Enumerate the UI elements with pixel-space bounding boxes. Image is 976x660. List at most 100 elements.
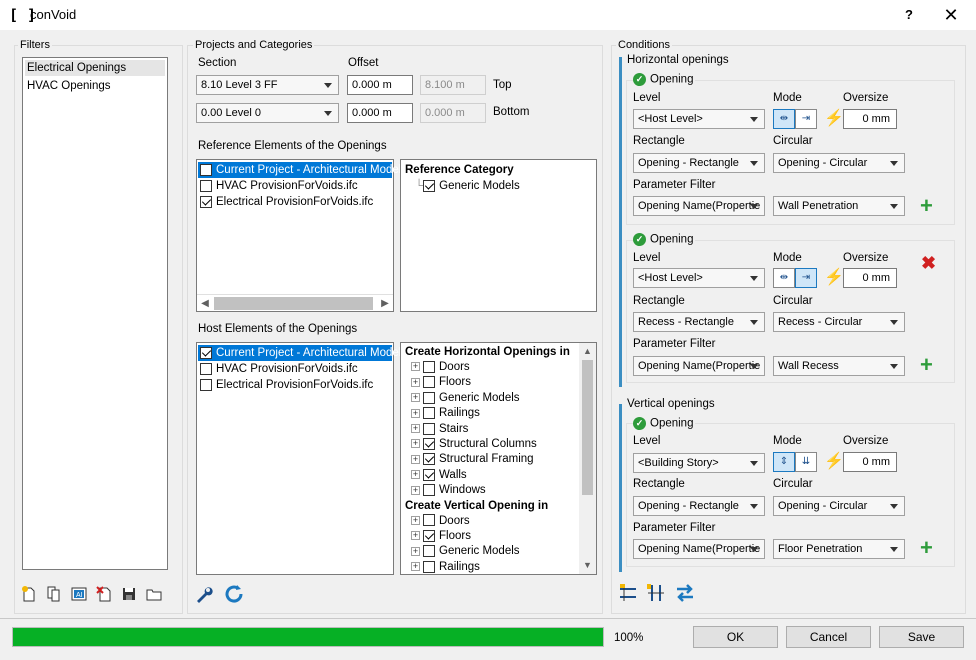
mode-rectangle-icon[interactable]: ⇹ [773,109,795,129]
host-category-item[interactable]: + Windows [403,483,581,498]
reference-file-item[interactable]: Current Project - Architectural Model [198,162,401,178]
reference-file-checkbox[interactable] [200,195,212,208]
rectangle-family-combo[interactable]: Opening - Rectangle [633,496,765,516]
host-category-checkbox[interactable] [423,437,435,450]
parameter-combo[interactable]: Opening Name(Propertie [633,196,765,216]
parameter-combo[interactable]: Opening Name(Propertie [633,539,765,559]
host-category-item[interactable]: + Structural Framing [403,452,581,467]
host-file-item[interactable]: Current Project - Architectural Model [198,345,401,361]
expand-icon[interactable]: + [411,485,420,495]
copy-filter-icon[interactable] [45,585,63,603]
host-category-tree[interactable]: Create Horizontal Openings in + Doors + Fl… [400,342,597,575]
oversize-input[interactable]: 0 mm [843,452,897,472]
filter-item[interactable]: Electrical Openings [25,60,165,76]
host-category-item[interactable]: + Floors [403,375,581,390]
level-combo[interactable]: <Building Story> [633,453,765,473]
expand-icon[interactable]: + [411,377,420,387]
reference-category-tree[interactable]: Reference Category └ Generic Models [400,159,597,312]
host-category-checkbox[interactable] [423,468,435,481]
parameter-value-combo[interactable]: Wall Recess [773,356,905,376]
host-category-checkbox[interactable] [423,484,435,497]
add-condition-icon[interactable]: + [920,537,933,559]
scroll-up-icon[interactable]: ▲ [579,343,596,360]
save-button[interactable]: Save [879,626,964,648]
mode-rectangle-icon[interactable]: ⇹ [773,268,795,288]
host-category-checkbox[interactable] [423,545,435,558]
cancel-button[interactable]: Cancel [786,626,871,648]
filters-list[interactable]: Electrical Openings HVAC Openings [22,57,168,570]
scroll-down-icon[interactable]: ▼ [579,557,596,574]
lightning-icon[interactable]: ⚡ [824,108,844,128]
scroll-left-icon[interactable]: ◀ [197,295,213,312]
reference-file-item[interactable]: Electrical ProvisionForVoids.ifc [198,194,392,210]
rectangle-family-combo[interactable]: Recess - Rectangle [633,312,765,332]
oversize-input[interactable]: 0 mm [843,109,897,129]
host-file-checkbox[interactable] [200,346,212,359]
save-filter-icon[interactable] [120,585,138,603]
help-button[interactable]: ? [898,4,920,26]
rectangle-family-combo[interactable]: Opening - Rectangle [633,153,765,173]
expand-icon[interactable]: + [411,439,420,449]
rename-filter-icon[interactable]: AI [70,585,88,603]
oversize-input[interactable]: 0 mm [843,268,897,288]
expand-icon[interactable]: + [411,408,420,418]
new-filter-icon[interactable] [20,585,38,603]
host-category-item[interactable]: + Walls [403,468,581,483]
expand-icon[interactable]: + [411,454,420,464]
mode-split-icon[interactable]: ⇥ [795,109,817,129]
host-category-checkbox[interactable] [423,360,435,373]
mode-floor-icon[interactable]: ⇊ [795,452,817,472]
filter-item[interactable]: HVAC Openings [25,78,165,94]
host-file-item[interactable]: HVAC ProvisionForVoids.ifc [198,361,392,377]
reference-files-hscroll[interactable]: ◀ ▶ [197,294,393,311]
expand-icon[interactable]: + [411,362,420,372]
refresh-icon[interactable] [223,583,245,605]
top-section-combo[interactable]: 8.10 Level 3 FF [196,75,339,95]
parameter-value-combo[interactable]: Floor Penetration [773,539,905,559]
circular-family-combo[interactable]: Opening - Circular [773,496,905,516]
circular-family-combo[interactable]: Recess - Circular [773,312,905,332]
host-category-checkbox[interactable] [423,529,435,542]
host-category-vscroll[interactable]: ▲ ▼ [579,343,596,574]
reference-category-item[interactable]: └ Generic Models [401,178,596,194]
circular-family-combo[interactable]: Opening - Circular [773,153,905,173]
wrench-icon[interactable] [194,584,214,604]
mode-split-icon[interactable]: ⇥ [795,268,817,288]
host-file-checkbox[interactable] [200,378,212,391]
parameter-value-combo[interactable]: Wall Penetration [773,196,905,216]
host-category-item[interactable]: + Stairs [403,422,581,437]
bottom-section-combo[interactable]: 0.00 Level 0 [196,103,339,123]
expand-icon[interactable]: + [411,515,420,525]
host-category-item[interactable]: + Doors [403,514,581,529]
parameter-combo[interactable]: Opening Name(Propertie [633,356,765,376]
host-category-checkbox[interactable] [423,514,435,527]
host-files-list[interactable]: Current Project - Architectural Model HV… [196,342,401,575]
host-category-checkbox[interactable] [423,407,435,420]
scroll-thumb[interactable] [582,360,593,495]
lightning-icon[interactable]: ⚡ [824,451,844,471]
add-horizontal-icon[interactable] [618,583,638,603]
ok-button[interactable]: OK [693,626,778,648]
lightning-icon[interactable]: ⚡ [824,267,844,287]
scroll-right-icon[interactable]: ▶ [377,295,393,312]
scroll-thumb[interactable] [214,297,373,310]
host-category-checkbox[interactable] [423,391,435,404]
level-combo[interactable]: <Host Level> [633,109,765,129]
add-condition-icon[interactable]: + [920,354,933,376]
expand-icon[interactable]: + [411,546,420,556]
add-vertical-icon[interactable] [646,583,666,603]
close-button[interactable]: ✕ [936,3,966,27]
open-folder-icon[interactable] [145,585,163,603]
delete-filter-icon[interactable] [95,585,113,603]
host-category-item[interactable]: + Generic Models [403,544,581,559]
expand-icon[interactable]: + [411,470,420,480]
reference-file-checkbox[interactable] [200,179,212,192]
level-combo[interactable]: <Host Level> [633,268,765,288]
host-category-checkbox[interactable] [423,453,435,466]
host-category-item[interactable]: + Floors [403,529,581,544]
reference-files-list[interactable]: Current Project - Architectural Model HV… [196,159,401,312]
host-category-checkbox[interactable] [423,376,435,389]
expand-icon[interactable]: + [411,393,420,403]
expand-icon[interactable]: + [411,531,420,541]
host-file-item[interactable]: Electrical ProvisionForVoids.ifc [198,377,392,393]
